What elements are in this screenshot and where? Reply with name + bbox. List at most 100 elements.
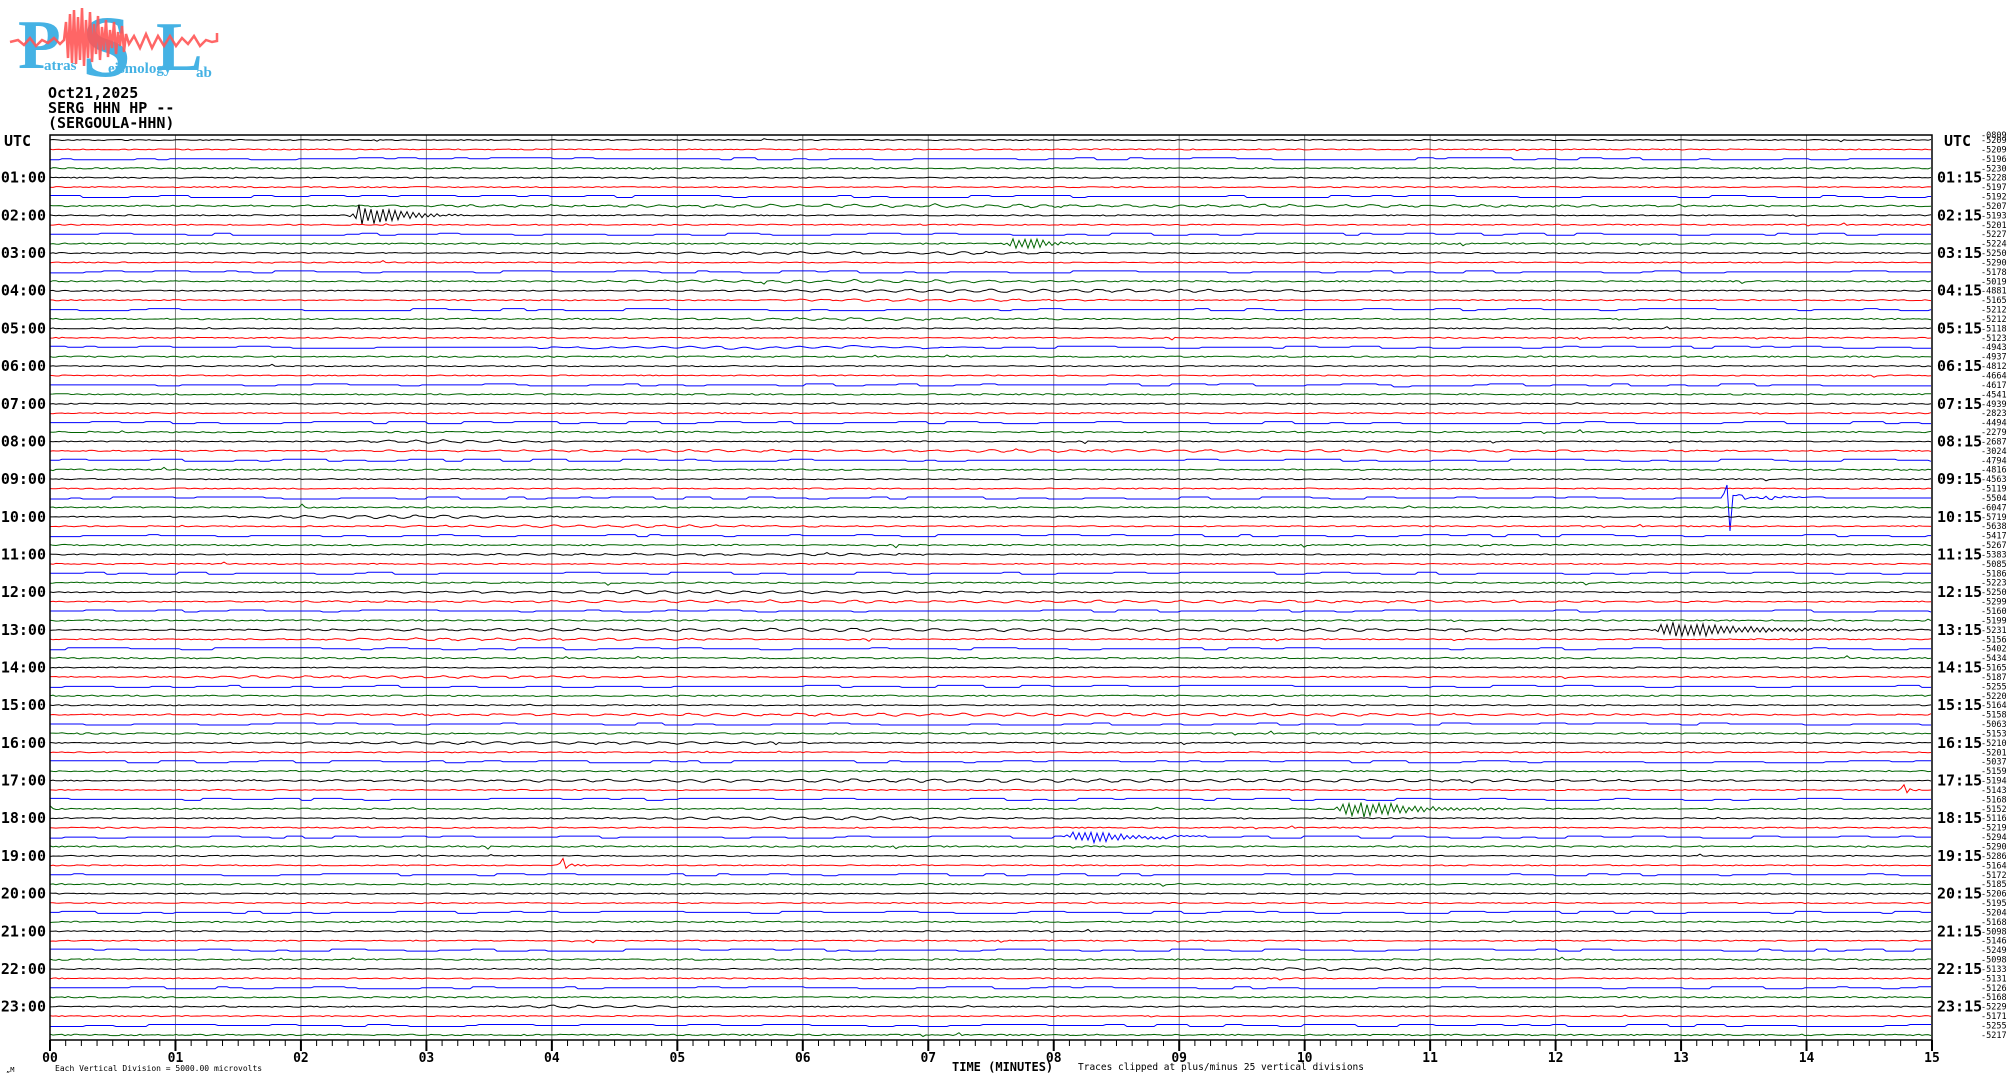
left-time-label: 16:00 [1, 734, 46, 752]
trace-row [49, 448, 1932, 453]
trace-row [49, 237, 1931, 250]
trace-row [49, 176, 1932, 179]
right-time-label: 06:15 [1937, 357, 1982, 375]
left-time-label: 21:00 [1, 922, 46, 940]
right-time-label: 11:15 [1937, 545, 1982, 563]
trace-row [49, 853, 1932, 858]
trace-row [50, 647, 1931, 651]
trace-row [49, 393, 1932, 396]
x-tick-label: 13 [1673, 1051, 1689, 1066]
trace-row [49, 250, 1932, 256]
trace-row [50, 458, 1932, 462]
trace-row [50, 797, 1931, 801]
trace-row [50, 948, 1931, 952]
trace-row [49, 977, 1932, 981]
trace-row [50, 684, 1931, 688]
trace-row [50, 270, 1931, 274]
trace-row [50, 157, 1931, 161]
right-time-label: 02:15 [1937, 206, 1982, 224]
plot-frame [49, 134, 1933, 1041]
trace-row [49, 402, 1932, 405]
trace-offset-value: -5217 [1981, 1031, 2007, 1041]
trace-row [49, 703, 1932, 707]
left-time-label: 08:00 [1, 432, 46, 450]
x-tick-label: 03 [419, 1051, 435, 1066]
trace-row [49, 666, 1932, 669]
right-time-label: 09:15 [1937, 470, 1982, 488]
trace-row [49, 374, 1932, 378]
left-time-label: 03:00 [1, 244, 46, 262]
x-tick-label: 06 [795, 1051, 811, 1066]
trace-row [49, 928, 1932, 934]
trace-row [50, 534, 1931, 538]
trace-row [49, 204, 1932, 225]
trace-row [50, 195, 1931, 198]
right-time-label: 17:15 [1937, 772, 1982, 790]
left-time-label: 19:00 [1, 847, 46, 865]
x-tick-label: 05 [670, 1051, 686, 1066]
trace-row [49, 1014, 1932, 1018]
trace-row [50, 901, 1932, 905]
helicorder-plot: 00 01 02 03 04 05 06 07 08 09 10 11 12 13 14 1501:0002:… [1, 131, 2007, 1066]
left-time-label: 14:00 [1, 659, 46, 677]
right-time-label: 18:15 [1937, 809, 1982, 827]
footer-corner-mark: „M [6, 1066, 15, 1074]
trace-row [49, 589, 1932, 595]
left-time-label: 06:00 [1, 357, 46, 375]
x-tick-label: 12 [1548, 1051, 1564, 1066]
trace-row [49, 466, 1932, 472]
x-axis-title: TIME (MINUTES) [952, 1060, 1054, 1074]
right-time-label: 19:15 [1937, 847, 1982, 865]
trace-row [49, 622, 1932, 638]
trace-row [49, 694, 1932, 698]
left-time-label: 18:00 [1, 809, 46, 827]
trace-row [50, 873, 1931, 877]
right-time-label: 03:15 [1937, 244, 1982, 262]
x-tick-label: 11 [1422, 1051, 1438, 1066]
trace-row [49, 740, 1932, 746]
trace-row [49, 363, 1932, 368]
trace-row [49, 778, 1932, 784]
left-time-label: 15:00 [1, 696, 46, 714]
trace-row [50, 675, 1932, 680]
x-tick-label: 04 [544, 1051, 560, 1066]
left-time-label: 05:00 [1, 319, 46, 337]
right-time-label: 15:15 [1937, 696, 1982, 714]
left-time-label: 02:00 [1, 206, 46, 224]
trace-row [49, 939, 1932, 944]
trace-row [49, 148, 1932, 152]
right-time-label: 04:15 [1937, 282, 1982, 300]
x-tick-label: 15 [1924, 1051, 1940, 1066]
trace-row [50, 344, 1931, 350]
trace-row [49, 655, 1932, 660]
trace-row [49, 581, 1932, 586]
left-time-label: 22:00 [1, 960, 46, 978]
x-tick-label: 07 [920, 1051, 936, 1066]
right-time-label: 10:15 [1937, 508, 1982, 526]
left-time-label: 11:00 [1, 545, 46, 563]
trace-row [49, 845, 1932, 850]
trace-row [50, 383, 1931, 388]
helicorder-page: P atras S eismology L ab Oct21,2025 SERG… [0, 0, 2010, 1080]
trace-row [49, 288, 1932, 293]
trace-row [49, 637, 1932, 642]
left-time-label: 09:00 [1, 470, 46, 488]
trace-row [49, 801, 1932, 818]
x-tick-label: 02 [293, 1051, 309, 1066]
trace-row [49, 920, 1932, 924]
trace-row [49, 336, 1932, 341]
trace-row [50, 609, 1932, 613]
trace-row [49, 967, 1932, 972]
trace-row [49, 487, 1932, 490]
right-time-label: 05:15 [1937, 319, 1982, 337]
trace-row [49, 599, 1932, 604]
trace-row [49, 995, 1932, 999]
right-time-label: 20:15 [1937, 885, 1982, 903]
trace-row [50, 308, 1932, 312]
right-time-label: 23:15 [1937, 998, 1982, 1016]
right-time-label: 12:15 [1937, 583, 1982, 601]
trace-row [50, 571, 1931, 575]
clip-note: Traces clipped at plus/minus 25 vertical… [1078, 1062, 1364, 1073]
trace-row [50, 830, 1931, 845]
trace-offset-overprint: -0809 [1981, 131, 2007, 141]
